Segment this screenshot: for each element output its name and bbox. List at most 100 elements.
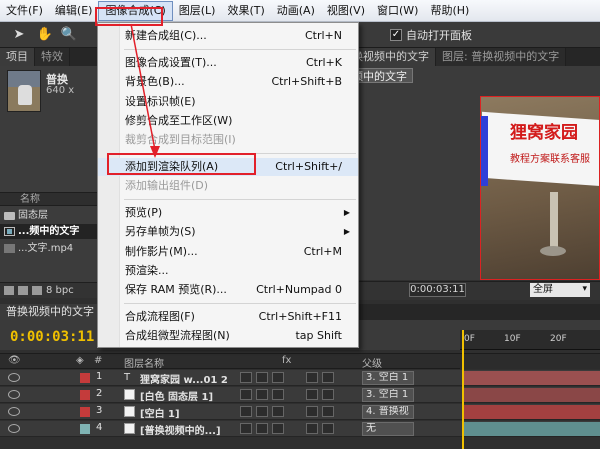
new-folder-icon[interactable] [18, 286, 28, 295]
menu-effect[interactable]: 效果(T) [221, 0, 270, 22]
shy-switch[interactable] [240, 423, 252, 434]
layer-name[interactable]: [普换视频中的...] [140, 422, 221, 437]
collapse-switch[interactable] [256, 372, 268, 383]
quality-switch[interactable] [272, 406, 284, 417]
new-composition-icon[interactable] [32, 286, 42, 295]
quality-switch[interactable] [272, 372, 284, 383]
eye-icon[interactable] [8, 407, 20, 416]
layer-row[interactable]: 2 [白色 固态层 1] 3. 空白 1 [0, 387, 600, 403]
viewer-timecode[interactable]: 0:00:03:11 [409, 283, 466, 297]
parent-select[interactable]: 3. 空白 1 [362, 371, 414, 385]
bit-depth[interactable]: 8 bpc [46, 285, 74, 296]
auto-open-panel-label: 自动打开面板 [406, 29, 472, 42]
auto-open-panel-option[interactable]: ✓ 自动打开面板 [390, 27, 472, 43]
menu-help[interactable]: 帮助(H) [424, 0, 475, 22]
shy-switch[interactable] [240, 372, 252, 383]
collapse-switch[interactable] [256, 389, 268, 400]
menu-file[interactable]: 文件(F) [0, 0, 49, 22]
collapse-switch[interactable] [256, 423, 268, 434]
collapse-switch[interactable] [256, 406, 268, 417]
playhead[interactable] [462, 330, 464, 449]
canvas-subtitle-text: 教程方案联系客服 [510, 154, 590, 165]
label-column-icon: ◈ [76, 355, 84, 366]
composition-canvas[interactable]: 狸窝家园 教程方案联系客服 [480, 96, 600, 280]
red-arrow-icon [130, 23, 160, 158]
column-fx: fx [282, 355, 292, 366]
view-mode-select[interactable]: 全屏 [530, 283, 590, 297]
adjustment-switch[interactable] [322, 423, 334, 434]
tab-layer[interactable]: 图层: 普换视频中的文字 [436, 48, 567, 66]
parent-select[interactable]: 无 [362, 422, 414, 436]
eye-icon[interactable] [8, 373, 20, 382]
column-parent[interactable]: 父级 [362, 355, 382, 370]
label-color-swatch[interactable] [80, 390, 90, 400]
menubar: 文件(F) 编辑(E) 图像合成(C) 图层(L) 效果(T) 动画(A) 视图… [0, 0, 600, 22]
tab-project[interactable]: 项目 [0, 48, 35, 66]
interpret-footage-icon[interactable] [4, 286, 14, 295]
menu-item-save-ram-preview[interactable]: 保存 RAM 预览(R)... Ctrl+Numpad 0 [98, 281, 358, 299]
pole-base-shape [540, 246, 566, 256]
menu-view[interactable]: 视图(V) [321, 0, 371, 22]
parent-select[interactable]: 3. 空白 1 [362, 388, 414, 402]
quality-switch[interactable] [272, 389, 284, 400]
project-thumbnail [7, 70, 41, 112]
zoom-tool-icon[interactable]: 🔍 [60, 26, 78, 44]
layer-row[interactable]: 4 [普换视频中的...] 无 [0, 421, 600, 437]
menu-item-make-movie[interactable]: 制作影片(M)... Ctrl+M [98, 243, 358, 261]
menu-edit[interactable]: 编辑(E) [49, 0, 99, 22]
layer-name[interactable]: [白色 固态层 1] [140, 388, 213, 403]
menu-item-pre-render[interactable]: 预渲染... [98, 262, 358, 280]
layer-row[interactable]: 1 T 狸窝家园 w...01 2 3. 空白 1 [0, 370, 600, 386]
tab-effects[interactable]: 特效 [35, 48, 70, 66]
adjustment-switch[interactable] [322, 372, 334, 383]
parent-select[interactable]: 4. 普换视 [362, 405, 414, 419]
menu-layer[interactable]: 图层(L) [173, 0, 222, 22]
composition-icon [4, 227, 15, 236]
column-layer-name[interactable]: 图层名称 [124, 355, 164, 370]
layer-duration-bar[interactable] [463, 388, 600, 402]
viewer-tabs: 换视频中的文字 图层: 普换视频中的文字 [346, 48, 600, 66]
eye-icon[interactable] [8, 424, 20, 433]
tab-timeline[interactable]: 普换视频中的文字 [0, 304, 100, 320]
menu-item-preview[interactable]: 预览(P) ▶ [98, 204, 358, 222]
eye-icon[interactable] [8, 390, 20, 399]
quality-switch[interactable] [272, 423, 284, 434]
layer-duration-bar[interactable] [463, 422, 600, 436]
menu-window[interactable]: 窗口(W) [371, 0, 424, 22]
layer-number: 1 [96, 371, 103, 382]
motion-blur-switch[interactable] [306, 389, 318, 400]
pole-shape [550, 192, 558, 252]
menu-item-save-frame-as[interactable]: 另存单帧为(S) ▶ [98, 223, 358, 241]
layer-duration-bar[interactable] [463, 371, 600, 385]
layer-name[interactable]: 狸窝家园 w...01 2 [140, 371, 228, 386]
project-item-composition[interactable]: ...频中的文字 [0, 224, 97, 239]
layer-name[interactable]: [空白 1] [140, 405, 180, 420]
menu-animation[interactable]: 动画(A) [271, 0, 321, 22]
layer-duration-bar[interactable] [463, 405, 600, 419]
auto-open-panel-checkbox[interactable]: ✓ [390, 29, 402, 41]
label-color-swatch[interactable] [80, 407, 90, 417]
menu-item-composition-flowchart[interactable]: 合成流程图(F) Ctrl+Shift+F11 [98, 308, 358, 326]
hand-tool-icon[interactable]: ✋ [36, 26, 54, 44]
label-color-swatch[interactable] [80, 373, 90, 383]
motion-blur-switch[interactable] [306, 423, 318, 434]
menu-item-mini-flowchart[interactable]: 合成组微型流程图(N) tap Shift [98, 327, 358, 345]
adjustment-switch[interactable] [322, 406, 334, 417]
folder-icon [4, 211, 15, 220]
project-item-solids-folder[interactable]: 固态层 [0, 208, 97, 223]
project-item-video[interactable]: ...文字.mp4 [0, 241, 97, 256]
selection-tool-icon[interactable]: ➤ [10, 26, 28, 44]
project-list-header[interactable]: 名称 [0, 192, 97, 206]
canvas-title-text: 狸窝家园 [510, 123, 578, 143]
shy-switch[interactable] [240, 406, 252, 417]
motion-blur-switch[interactable] [306, 406, 318, 417]
motion-blur-switch[interactable] [306, 372, 318, 383]
timeline-ruler[interactable]: 0F 10F 20F [460, 330, 600, 350]
timeline-current-time[interactable]: 0:00:03:11 [10, 329, 94, 345]
label-color-swatch[interactable] [80, 424, 90, 434]
adjustment-switch[interactable] [322, 389, 334, 400]
tab-composition[interactable]: 换视频中的文字 [346, 48, 436, 66]
shy-switch[interactable] [240, 389, 252, 400]
layer-row[interactable]: 3 [空白 1] 4. 普换视 [0, 404, 600, 420]
number-column-icon: # [94, 355, 103, 366]
